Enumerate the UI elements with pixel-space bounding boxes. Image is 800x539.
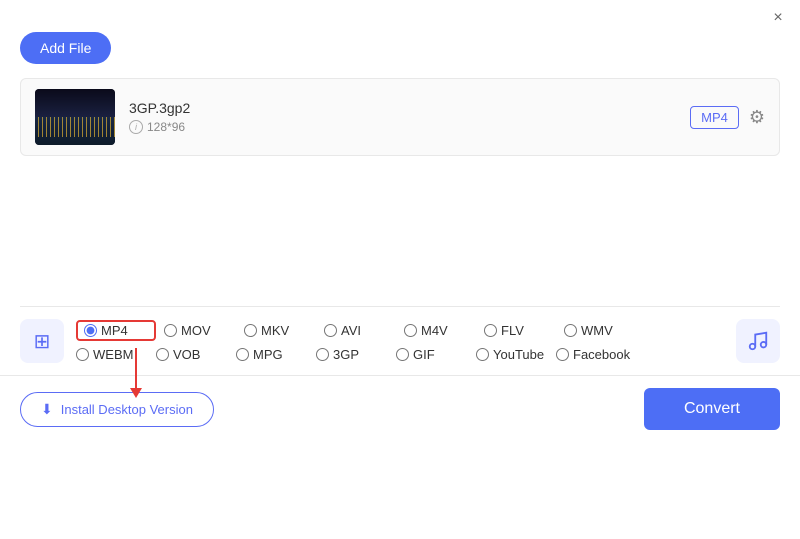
format-label-mp4: MP4 <box>101 323 128 338</box>
file-thumbnail <box>35 89 115 145</box>
download-icon: ⬇ <box>41 401 53 418</box>
arrow-shaft <box>135 348 137 388</box>
format-label-vob: VOB <box>173 347 200 362</box>
empty-area <box>20 166 780 306</box>
format-label-wmv: WMV <box>581 323 613 338</box>
format-label-facebook: Facebook <box>573 347 630 362</box>
format-option-youtube[interactable]: YouTube <box>476 347 556 362</box>
format-label-mpg: MPG <box>253 347 283 362</box>
format-row-1: MP4 MOV MKV AVI M4V <box>76 320 724 341</box>
arrow-annotation <box>130 348 142 398</box>
format-label-3gp: 3GP <box>333 347 359 362</box>
music-icon <box>747 330 769 352</box>
format-label-mkv: MKV <box>261 323 289 338</box>
format-option-avi[interactable]: AVI <box>324 323 404 338</box>
format-option-flv[interactable]: FLV <box>484 323 564 338</box>
format-option-wmv[interactable]: WMV <box>564 323 644 338</box>
file-actions: MP4 ⚙ <box>690 106 765 129</box>
info-icon: i <box>129 120 143 134</box>
install-desktop-button[interactable]: ⬇ Install Desktop Version <box>20 392 214 427</box>
format-option-m4v[interactable]: M4V <box>404 323 484 338</box>
film-icon: ⊞ <box>34 329 51 354</box>
format-label-m4v: M4V <box>421 323 448 338</box>
format-label-webm: WEBM <box>93 347 133 362</box>
arrow-head <box>130 388 142 398</box>
format-label-mov: MOV <box>181 323 211 338</box>
format-option-mp4[interactable]: MP4 <box>76 320 156 341</box>
video-format-icon[interactable]: ⊞ <box>20 319 64 363</box>
title-bar: × <box>0 0 800 32</box>
format-badge[interactable]: MP4 <box>690 106 739 129</box>
file-meta: i 128*96 <box>129 120 676 134</box>
format-label-gif: GIF <box>413 347 435 362</box>
format-option-mpg[interactable]: MPG <box>236 347 316 362</box>
add-file-button[interactable]: Add File <box>20 32 111 64</box>
format-option-gif[interactable]: GIF <box>396 347 476 362</box>
settings-icon[interactable]: ⚙ <box>749 107 765 128</box>
format-option-webm[interactable]: WEBM <box>76 347 156 362</box>
file-list-item: 3GP.3gp2 i 128*96 MP4 ⚙ <box>20 78 780 156</box>
file-name: 3GP.3gp2 <box>129 100 676 116</box>
audio-format-icon[interactable] <box>736 319 780 363</box>
format-option-facebook[interactable]: Facebook <box>556 347 636 362</box>
format-grid: MP4 MOV MKV AVI M4V <box>76 320 724 362</box>
thumbnail-lights <box>35 117 115 137</box>
format-row-2: WEBM VOB MPG 3GP GIF <box>76 347 724 362</box>
file-info: 3GP.3gp2 i 128*96 <box>115 100 690 134</box>
close-button[interactable]: × <box>768 8 788 28</box>
file-dimensions: 128*96 <box>147 120 185 134</box>
format-option-3gp[interactable]: 3GP <box>316 347 396 362</box>
install-label: Install Desktop Version <box>61 402 193 417</box>
format-label-youtube: YouTube <box>493 347 544 362</box>
format-option-mov[interactable]: MOV <box>164 323 244 338</box>
format-option-mkv[interactable]: MKV <box>244 323 324 338</box>
format-option-vob[interactable]: VOB <box>156 347 236 362</box>
convert-button[interactable]: Convert <box>644 388 780 430</box>
format-label-avi: AVI <box>341 323 361 338</box>
main-content: Add File 3GP.3gp2 i 128*96 MP4 ⚙ ⊞ <box>0 32 800 363</box>
format-label-flv: FLV <box>501 323 524 338</box>
bottom-bar: ⬇ Install Desktop Version Convert <box>0 375 800 442</box>
